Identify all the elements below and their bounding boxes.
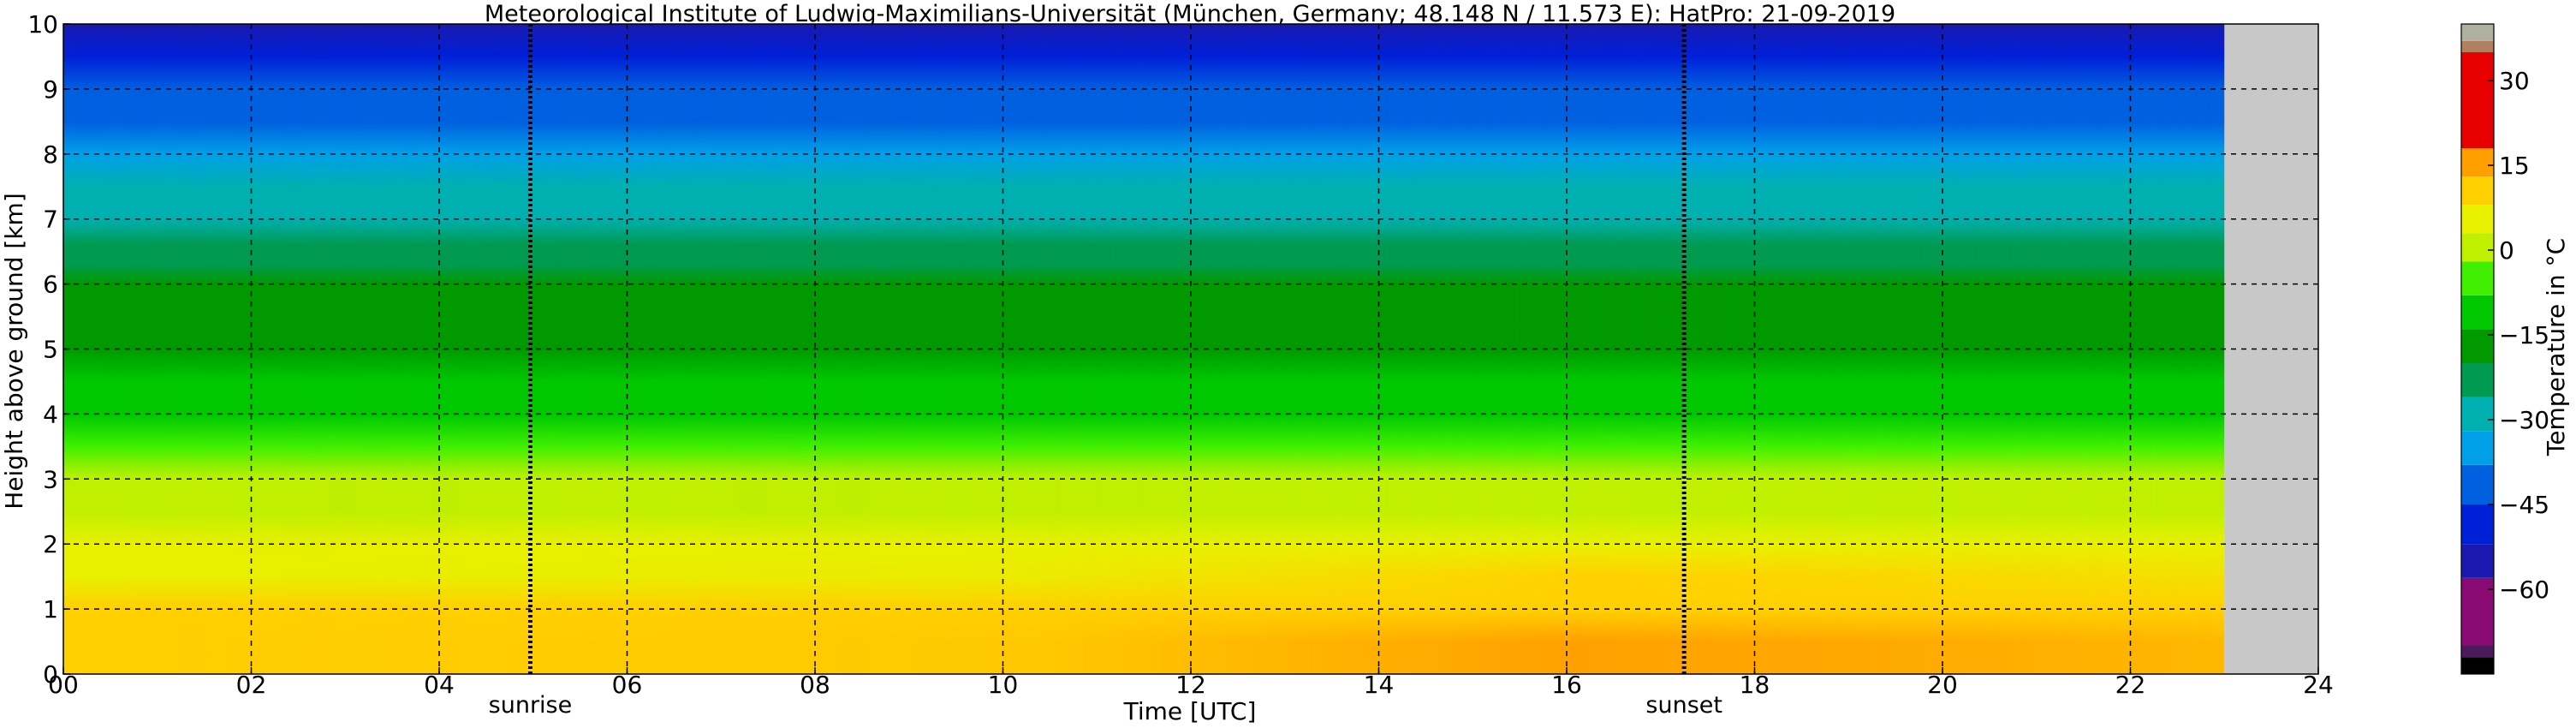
- y-tick-label: 7: [43, 206, 58, 234]
- y-tick-label: 9: [43, 75, 58, 104]
- colorbar-tick-label: 15: [2499, 152, 2530, 180]
- colorbar-band: [2461, 504, 2494, 545]
- y-tick-label: 3: [43, 465, 58, 493]
- sunrise-label: sunrise: [489, 692, 573, 719]
- colorbar-band: [2461, 40, 2494, 52]
- y-tick-label: 4: [43, 400, 58, 428]
- colorbar-band: [2461, 24, 2494, 41]
- x-tick-label: 08: [800, 671, 830, 699]
- y-tick-label: 8: [43, 140, 58, 169]
- x-tick-label: 14: [1364, 671, 1395, 699]
- colorbar-band: [2461, 646, 2494, 658]
- y-tick-label: 6: [43, 271, 58, 299]
- y-tick-label: 0: [43, 660, 58, 689]
- sunset-label: sunset: [1645, 692, 1722, 719]
- x-tick-label: 18: [1740, 671, 1770, 699]
- x-tick-label: 24: [2303, 671, 2334, 699]
- x-tick-label: 16: [1551, 671, 1582, 699]
- colorbar-tick-label: −60: [2499, 576, 2549, 604]
- temperature-time-height-chart: Meteorological Institute of Ludwig-Maxim…: [0, 1, 2570, 725]
- x-tick-label: 22: [2115, 671, 2146, 699]
- x-tick-label: 06: [612, 671, 643, 699]
- x-tick-label: 20: [1927, 671, 1958, 699]
- colorbar-band: [2461, 464, 2494, 504]
- y-tick-label: 10: [27, 10, 58, 39]
- colorbar-band: [2461, 261, 2494, 295]
- colorbar-band: [2461, 397, 2494, 432]
- x-tick-label: 12: [1175, 671, 1206, 699]
- y-tick-label: 2: [43, 530, 58, 558]
- colorbar-label: Temperature in °C: [2542, 238, 2570, 456]
- colorbar-band: [2461, 544, 2494, 578]
- colorbar-band: [2461, 233, 2494, 262]
- colorbar-tick-label: −45: [2499, 491, 2549, 519]
- colorbar-band: [2461, 52, 2494, 149]
- colorbar-tick-label: 0: [2499, 236, 2514, 265]
- colorbar-band: [2461, 577, 2494, 646]
- x-tick-label: 02: [236, 671, 267, 699]
- colorbar-band: [2461, 363, 2494, 397]
- x-tick-label: 10: [988, 671, 1019, 699]
- colorbar-band: [2461, 431, 2494, 465]
- colorbar-band: [2461, 295, 2494, 330]
- colorbar: 30150−15−30−45−60: [2460, 23, 2549, 675]
- colorbar-tick-label: 30: [2499, 67, 2530, 95]
- x-axis-label: Time [UTC]: [1123, 697, 1257, 725]
- colorbar-band: [2461, 205, 2494, 234]
- colorbar-band: [2461, 176, 2494, 206]
- colorbar-band: [2461, 657, 2494, 674]
- y-axis-label: Height above ground [km]: [0, 193, 28, 510]
- y-tick-label: 5: [43, 336, 58, 364]
- plot-area: [62, 23, 2319, 675]
- colorbar-band: [2461, 148, 2494, 177]
- y-tick-label: 1: [43, 595, 58, 624]
- x-tick-label: 04: [424, 671, 455, 699]
